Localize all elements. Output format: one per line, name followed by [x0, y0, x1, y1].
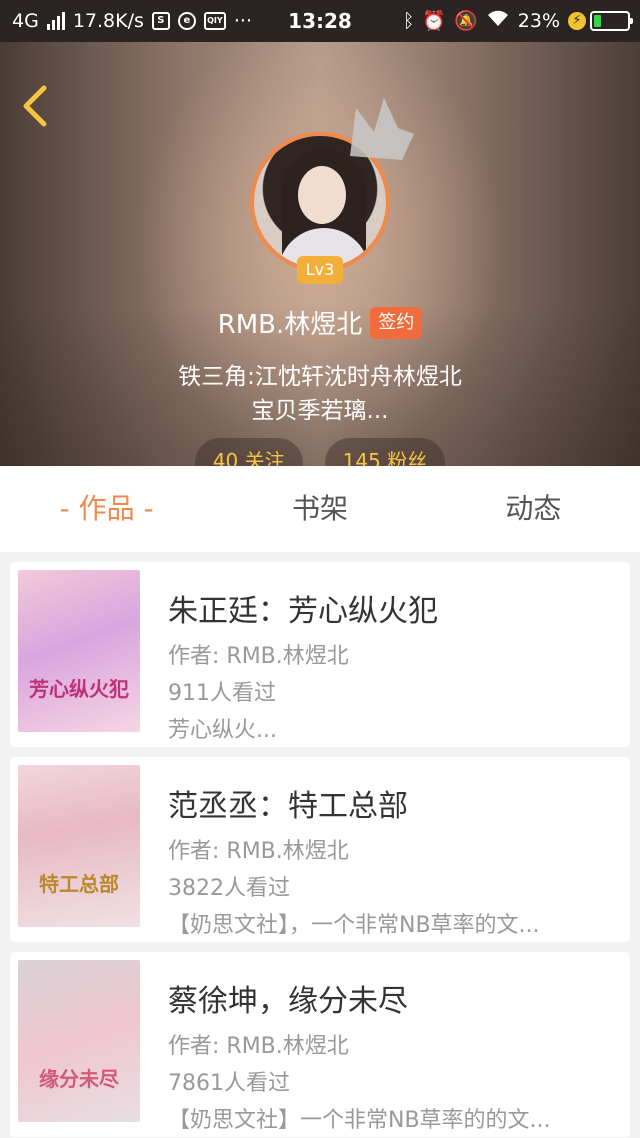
book-views: 7861人看过 [168, 1071, 290, 1096]
book-description: 芳心纵火... [168, 718, 277, 743]
book-title: 范丞丞：特工总部 [168, 789, 408, 824]
status-bar: 4G 17.8K/s S e QIY ··· 13:28 ᛒ ⏰ 🔕 23% ⚡ [0, 0, 640, 42]
book-author: 作者: RMB.林煜北 [168, 1034, 349, 1059]
profile-header: Lv3 RMB.林煜北 签约 铁三角:江忱轩沈时舟林煜北 宝贝季若璃... 40 … [0, 42, 640, 466]
bio-line-2: 宝贝季若璃... [251, 398, 389, 424]
follow-stats: 40 关注 145 粉丝 [0, 438, 640, 466]
book-description: 【奶思文社】，一个非常NB草率的文... [168, 913, 540, 938]
battery-fill [594, 14, 602, 27]
user-bio: 铁三角:江忱轩沈时舟林煜北 宝贝季若璃... [80, 360, 560, 428]
book-author: 作者: RMB.林煜北 [168, 644, 349, 669]
back-button[interactable] [14, 82, 58, 130]
status-right: ᛒ ⏰ 🔕 23% ⚡ [403, 9, 633, 32]
book-title: 朱正廷：芳心纵火犯 [168, 594, 438, 629]
bio-line-1: 铁三角:江忱轩沈时舟林煜北 [178, 364, 462, 390]
book-views: 3822人看过 [168, 876, 290, 901]
book-author: 作者: RMB.林煜北 [168, 839, 349, 864]
book-list: 芳心纵火犯 朱正廷：芳心纵火犯 作者: RMB.林煜北 911人看过 芳心纵火.… [10, 562, 630, 1138]
level-badge: Lv3 [297, 256, 343, 284]
tab-bookshelf[interactable]: 书架 [213, 466, 426, 552]
tab-bar: - 作品 - 书架 动态 [0, 466, 640, 552]
book-description: 【奶思文社】一个非常NB草率的的文... [168, 1108, 551, 1133]
book-card[interactable]: 芳心纵火犯 朱正廷：芳心纵火犯 作者: RMB.林煜北 911人看过 芳心纵火.… [10, 562, 630, 747]
username-row: RMB.林煜北 签约 [0, 304, 640, 341]
crown-icon [350, 98, 414, 160]
book-title: 蔡徐坤，缘分未尽 [168, 984, 408, 1019]
wifi-icon [486, 9, 510, 32]
followers-button[interactable]: 145 粉丝 [324, 438, 446, 466]
following-button[interactable]: 40 关注 [194, 438, 303, 466]
charging-icon: ⚡ [568, 11, 586, 30]
book-card[interactable]: 缘分未尽 蔡徐坤，缘分未尽 作者: RMB.林煜北 7861人看过 【奶思文社】… [10, 952, 630, 1137]
tab-works[interactable]: - 作品 - [0, 466, 213, 552]
book-cover[interactable]: 缘分未尽 [18, 960, 140, 1122]
alarm-icon: ⏰ [422, 10, 447, 32]
sign-badge: 签约 [370, 306, 423, 339]
book-cover[interactable]: 芳心纵火犯 [18, 570, 140, 732]
chevron-left-icon [23, 85, 47, 127]
book-card[interactable]: 特工总部 范丞丞：特工总部 作者: RMB.林煜北 3822人看过 【奶思文社】… [10, 757, 630, 942]
bluetooth-icon: ᛒ [403, 9, 415, 32]
book-views: 911人看过 [168, 681, 276, 706]
battery-percent: 23% [517, 9, 560, 32]
username: RMB.林煜北 [217, 310, 363, 340]
book-cover[interactable]: 特工总部 [18, 765, 140, 927]
tab-activity[interactable]: 动态 [427, 466, 640, 552]
battery-icon: ⚡ [568, 10, 633, 31]
mute-icon: 🔕 [454, 10, 478, 32]
